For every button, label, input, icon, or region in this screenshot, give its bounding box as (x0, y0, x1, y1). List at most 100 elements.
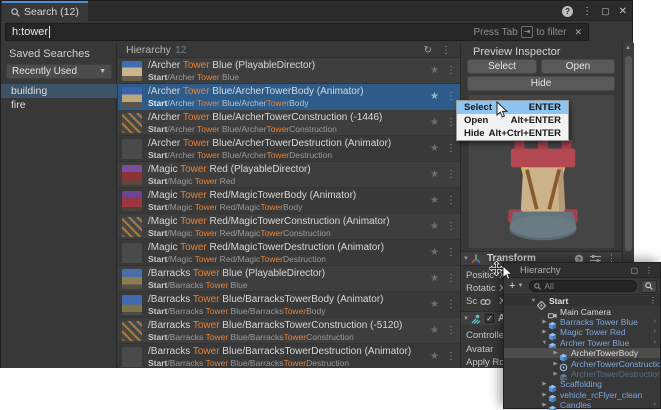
chevron-down-icon[interactable]: ▼ (517, 283, 523, 289)
row-menu-icon[interactable]: ⋮ (446, 65, 456, 76)
restore-icon[interactable]: ▢ (630, 266, 638, 275)
hierarchy-tree-row[interactable]: ▶ArcherTowerDestruction (504, 369, 660, 379)
window-menu-icon[interactable]: ⋮ (582, 6, 592, 17)
search-result-row[interactable]: /Magic Tower Red/MagicTowerDestruction (… (118, 240, 460, 266)
foldout-closed-icon[interactable]: ▶ (541, 381, 548, 387)
favorite-star-icon[interactable]: ★ (430, 299, 439, 310)
menu-item-label: Open (464, 115, 488, 126)
saved-searches-sort-dropdown[interactable]: Recently Used ▼ (6, 64, 112, 79)
favorite-star-icon[interactable]: ★ (430, 195, 439, 206)
search-result-row[interactable]: /Magic Tower Red (PlayableDirector)Start… (118, 162, 460, 188)
enabled-checkbox[interactable]: ✓ (485, 314, 494, 323)
hierarchy-tree-row[interactable]: ▶Scaffolding (504, 379, 660, 389)
match-highlight: Tower (180, 190, 207, 201)
foldout-open-icon[interactable]: ▼ (461, 256, 471, 262)
favorite-star-icon[interactable]: ★ (430, 325, 439, 336)
hierarchy-tree-row[interactable]: ▼ Archer Tower Blue› (504, 338, 660, 348)
create-button[interactable]: + (509, 280, 515, 292)
clear-search-icon[interactable]: ✕ (574, 27, 582, 38)
search-result-row[interactable]: /Archer Tower Blue/ArcherTowerBody (Anim… (118, 84, 460, 110)
advanced-search-button[interactable] (641, 280, 657, 293)
favorite-star-icon[interactable]: ★ (430, 221, 439, 232)
hide-button[interactable]: Hide (467, 76, 615, 91)
text-segment: Red/MagicTowerBody (Animator) (207, 190, 357, 201)
foldout-open-icon[interactable]: ▼ (530, 298, 537, 304)
row-menu-icon[interactable]: ⋮ (446, 117, 456, 128)
favorite-star-icon[interactable]: ★ (430, 247, 439, 258)
search-result-row[interactable]: /Barracks Tower Blue/BarracksTowerBody (… (118, 292, 460, 318)
tab-search[interactable]: Search (12) (2, 1, 88, 21)
foldout-open-icon[interactable]: ▼ (541, 340, 548, 346)
row-menu-icon[interactable]: ⋮ (446, 247, 456, 258)
row-menu-icon[interactable]: ⋮ (446, 273, 456, 284)
row-menu-icon[interactable]: ⋮ (446, 325, 456, 336)
scroll-up-icon[interactable]: ▲ (625, 45, 631, 51)
foldout-open-icon[interactable]: ▼ (461, 316, 471, 322)
foldout-closed-icon[interactable]: ▶ (552, 361, 559, 367)
row-menu-icon[interactable]: ⋮ (446, 91, 456, 102)
menu-item-select[interactable]: Select ENTER (457, 101, 568, 114)
row-menu-icon[interactable]: ⋮ (446, 351, 456, 362)
search-input[interactable]: h:tower Press Tab ⇥ to filter ✕ (5, 23, 589, 41)
foldout-closed-icon[interactable]: ▶ (541, 392, 548, 398)
search-result-row[interactable]: /Archer Tower Blue/ArcherTowerConstructi… (118, 110, 460, 136)
select-button[interactable]: Select (467, 59, 537, 74)
close-icon[interactable]: ✕ (619, 6, 627, 17)
menu-item-open[interactable]: Open Alt+ENTER (457, 114, 568, 127)
hierarchy-tree-row[interactable]: ▶ArcherTowerConstruction (504, 358, 660, 368)
search-result-row[interactable]: /Magic Tower Red/MagicTowerConstruction … (118, 214, 460, 240)
row-menu-icon[interactable]: ⋮ (446, 169, 456, 180)
foldout-closed-icon[interactable]: ▶ (552, 371, 559, 377)
tree-item-label: Archer Tower Blue (560, 338, 660, 348)
foldout-closed-icon[interactable]: ▶ (541, 319, 548, 325)
row-menu-icon[interactable]: ⋮ (446, 195, 456, 206)
hierarchy-tree-row[interactable]: ▶Barracks Tower Blue› (504, 317, 660, 327)
prefab-chevron-icon[interactable]: › (654, 400, 656, 410)
menu-item-hide[interactable]: Hide Alt+Ctrl+ENTER (457, 127, 568, 140)
archer-tower-thumbnail (122, 61, 142, 81)
hierarchy-tree-row[interactable]: ▶ArcherTowerBody (504, 348, 660, 358)
search-result-row[interactable]: /Barracks Tower Blue/BarracksTowerDestru… (118, 344, 460, 368)
favorite-star-icon[interactable]: ★ (430, 273, 439, 284)
search-result-row[interactable]: /Archer Tower Blue/ArcherTowerDestructio… (118, 136, 460, 162)
saved-search-item-fire[interactable]: fire (1, 98, 117, 112)
restore-icon[interactable]: ▢ (601, 6, 610, 17)
sync-icon[interactable]: ↻ (424, 45, 432, 56)
hierarchy-tree-row[interactable]: ▼Start⋮ (504, 296, 660, 306)
prefab-chevron-icon[interactable]: › (654, 338, 656, 348)
prefab-chevron-icon[interactable]: › (654, 327, 656, 337)
row-menu-icon[interactable]: ⋮ (446, 221, 456, 232)
hierarchy-menu-icon[interactable]: ⋮ (645, 266, 653, 275)
hierarchy-tree-row[interactable]: ▶Magic Tower Red› (504, 327, 660, 337)
search-result-row[interactable]: /Barracks Tower Blue/BarracksTowerConstr… (118, 318, 460, 344)
link-icon[interactable] (480, 298, 491, 306)
hierarchy-search-input[interactable]: All (529, 280, 637, 292)
favorite-star-icon[interactable]: ★ (430, 117, 439, 128)
search-result-row[interactable]: /Archer Tower Blue (PlayableDirector)Sta… (118, 58, 460, 84)
text-segment: Start (148, 202, 167, 212)
result-path: Start/Archer Tower Blue/ArcherTowerBody (148, 98, 426, 108)
saved-search-item-building[interactable]: building (1, 84, 117, 98)
favorite-star-icon[interactable]: ★ (430, 65, 439, 76)
prefab-chevron-icon[interactable]: › (654, 317, 656, 327)
foldout-closed-icon[interactable]: ▶ (541, 402, 548, 408)
search-result-row[interactable]: /Magic Tower Red/MagicTowerBody (Animato… (118, 188, 460, 214)
hierarchy-tree-row[interactable]: ▶Candles› (504, 400, 660, 410)
favorite-star-icon[interactable]: ★ (430, 351, 439, 362)
scrollbar-thumb[interactable] (625, 56, 632, 251)
help-icon[interactable]: ? (562, 6, 573, 17)
hierarchy-tab[interactable]: Hierarchy (520, 265, 630, 276)
favorite-star-icon[interactable]: ★ (430, 91, 439, 102)
foldout-closed-icon[interactable]: ▶ (541, 329, 548, 335)
results-menu-icon[interactable]: ⋮ (441, 45, 451, 56)
search-result-row[interactable]: /Barracks Tower Blue (PlayableDirector)S… (118, 266, 460, 292)
foldout-closed-icon[interactable]: ▶ (552, 350, 559, 356)
favorite-star-icon[interactable]: ★ (430, 169, 439, 180)
row-menu-icon[interactable]: ⋮ (446, 299, 456, 310)
favorite-star-icon[interactable]: ★ (430, 143, 439, 154)
hierarchy-tree-row[interactable]: Main Camera (504, 306, 660, 316)
row-menu-icon[interactable]: ⋮ (446, 143, 456, 154)
scene-menu-icon[interactable]: ⋮ (649, 296, 657, 306)
open-button[interactable]: Open (541, 59, 615, 74)
hierarchy-tree-row[interactable]: ▶vehicle_rcFlyer_clean (504, 390, 660, 400)
